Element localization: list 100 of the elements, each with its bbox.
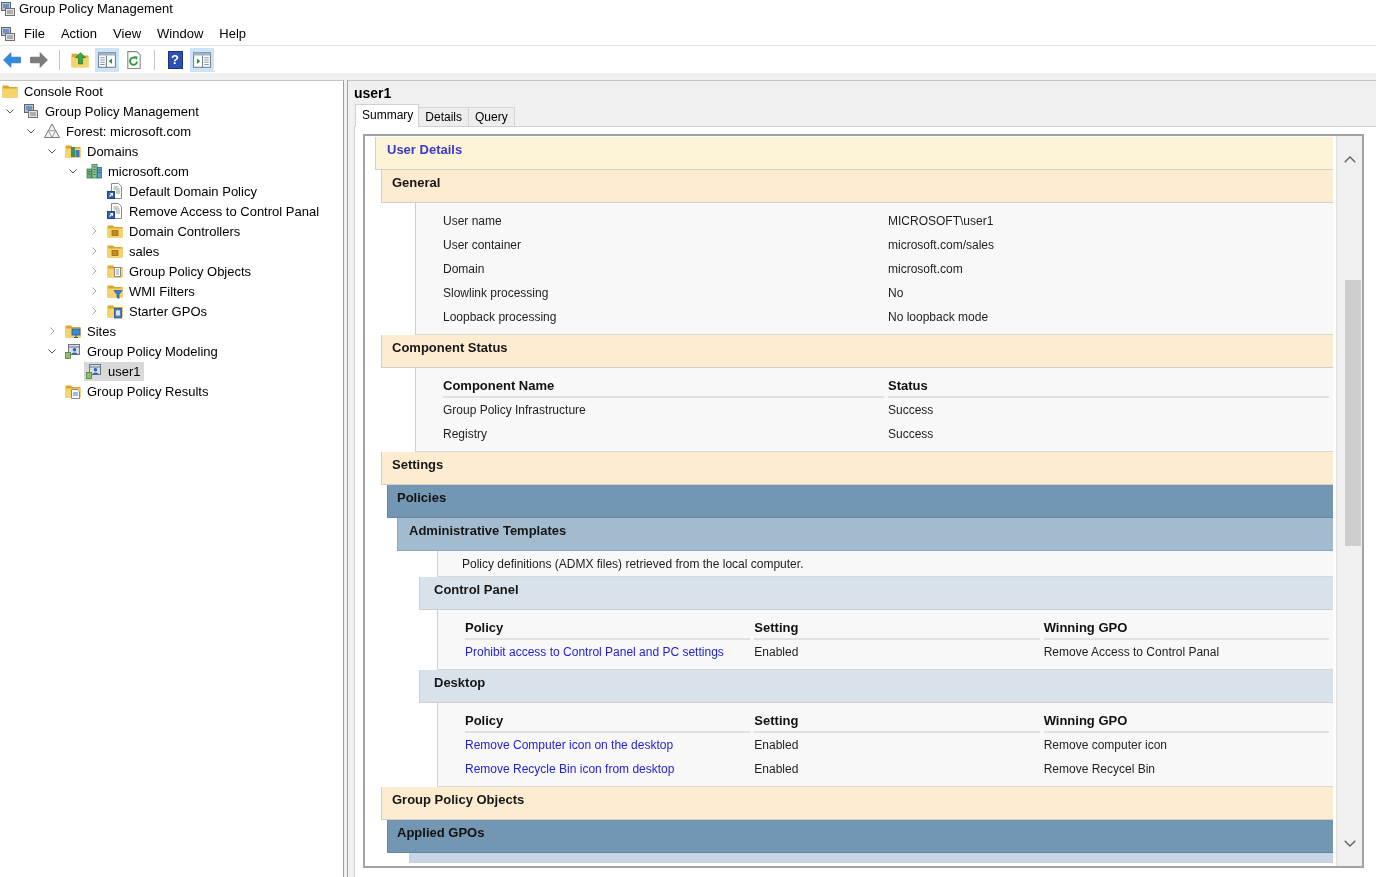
tree-item[interactable]: Remove Access to Control Panal <box>107 201 323 221</box>
tree-item[interactable]: Sites <box>65 321 119 341</box>
table-cell-text: Group Policy Infrastructure <box>443 402 587 419</box>
tree-item[interactable]: Group Policy Management <box>23 101 202 121</box>
tree-item[interactable]: Console Root <box>2 81 106 101</box>
folder-buildings-icon <box>65 143 81 159</box>
column-header: Policy <box>465 709 751 733</box>
field-value: microsoft.com <box>888 261 964 278</box>
tab[interactable]: Summary <box>355 104 420 127</box>
tree-item[interactable]: sales <box>107 241 163 261</box>
tree-item[interactable]: Default Domain Policy <box>107 181 260 201</box>
field-value: No loopback mode <box>888 309 990 326</box>
section-header: General <box>381 170 1333 203</box>
buildings-icon <box>86 163 102 179</box>
field-value: No <box>888 285 905 302</box>
table-cell-text: Remove Recycel Bin <box>1043 761 1157 778</box>
table-cell-text: Registry <box>443 426 488 443</box>
section-header: Control Panel <box>419 577 1333 610</box>
user-window-icon <box>86 363 102 379</box>
tree-item[interactable]: Group Policy Objects <box>107 261 255 281</box>
policy-link[interactable]: Prohibit access to Control Panel and PC settings <box>465 645 724 659</box>
tree-item[interactable]: user1 <box>84 361 144 381</box>
table-cell-text: Enabled <box>754 761 800 778</box>
field-value: microsoft.com/sales <box>888 237 996 254</box>
column-header: Policy <box>465 616 751 640</box>
table-cell-text: Remove Access to Control Panal <box>1043 644 1221 661</box>
vertical-scrollbar[interactable] <box>1336 136 1362 866</box>
section-header: Applied GPOs <box>387 820 1333 853</box>
section-header: Settings <box>381 452 1333 485</box>
folder-report-icon <box>65 383 81 399</box>
field-value: MICROSOFT\user1 <box>888 213 995 230</box>
column-header: Winning GPO <box>1043 709 1329 733</box>
chevron-right-icon[interactable] <box>92 267 97 275</box>
chevron-right-icon[interactable] <box>92 227 97 235</box>
menu-item[interactable]: Action <box>52 23 106 44</box>
chevron-down-icon[interactable] <box>48 148 56 154</box>
screens-icon <box>23 103 39 119</box>
table-cell-text: Success <box>888 402 935 419</box>
section-header: Desktop <box>419 670 1333 703</box>
user-window-icon <box>65 343 81 359</box>
menu-item[interactable]: Help <box>211 23 255 44</box>
chevron-down-icon[interactable] <box>69 168 77 174</box>
document-shortcut-icon <box>107 183 123 199</box>
tree-item[interactable]: WMI Filters <box>107 281 198 301</box>
menu-item[interactable]: File <box>16 23 53 44</box>
field-label: User container <box>443 237 523 254</box>
screens-icon[interactable] <box>0 25 16 42</box>
show-hide-tree-button[interactable] <box>95 47 119 72</box>
tree-item[interactable]: Starter GPOs <box>107 301 211 321</box>
menu-item[interactable]: View <box>105 23 150 44</box>
chevron-up-icon <box>1343 155 1356 163</box>
chevron-right-icon[interactable] <box>50 327 55 335</box>
chevron-down-icon[interactable] <box>48 348 56 354</box>
section-header: User Details <box>375 137 1333 170</box>
folder-funnel-icon <box>107 283 123 299</box>
table-cell-text: Remove computer icon <box>1043 737 1169 754</box>
field-label: Domain <box>443 261 486 278</box>
section-header: Policies <box>387 485 1333 518</box>
panel-right-icon <box>193 50 211 69</box>
tab[interactable]: Query <box>469 107 515 126</box>
folder-arrow-icon <box>71 50 89 69</box>
table-cell-text: Enabled <box>754 644 800 661</box>
tree-item[interactable]: Group Policy Results <box>65 381 212 401</box>
field-label: Loopback processing <box>443 309 558 326</box>
column-header: Setting <box>754 709 1040 733</box>
tree-item[interactable]: Forest: microsoft.com <box>44 121 194 141</box>
tree-item[interactable]: microsoft.com <box>86 161 192 181</box>
table-cell-text: Success <box>888 426 935 443</box>
tab[interactable]: Details <box>419 107 470 126</box>
chevron-right-icon[interactable] <box>92 307 97 315</box>
folder-computer-icon <box>65 323 81 339</box>
column-header: Status <box>888 374 1329 398</box>
pane-title: user1 <box>353 84 393 103</box>
tree-item[interactable]: Domains <box>65 141 142 161</box>
folder-document-icon <box>107 263 123 279</box>
scrollbar-thumb[interactable] <box>1345 280 1361 546</box>
chevron-right-icon[interactable] <box>92 287 97 295</box>
section-header: Component Status <box>381 335 1333 368</box>
arrow-left-icon <box>3 50 21 69</box>
chevron-down-icon <box>1343 839 1356 847</box>
chevron-down-icon[interactable] <box>6 108 14 114</box>
policy-link[interactable]: Remove Computer icon on the desktop <box>465 738 674 752</box>
folder-icon <box>107 223 123 239</box>
chevron-down-icon[interactable] <box>27 128 35 134</box>
tree-item[interactable]: Domain Controllers <box>107 221 244 241</box>
chevron-right-icon[interactable] <box>92 247 97 255</box>
tree-item[interactable]: Group Policy Modeling <box>65 341 221 361</box>
section-header: Group Policy Objects <box>381 787 1333 820</box>
column-header: Setting <box>754 616 1040 640</box>
folder-icon <box>107 243 123 259</box>
note-text: Policy definitions (ADMX files) retrieved from the local computer. <box>462 557 804 571</box>
panel-left-icon <box>98 50 116 69</box>
folder-page-icon <box>107 303 123 319</box>
table-cell-text: Enabled <box>754 737 800 754</box>
arrow-right-icon <box>30 50 48 69</box>
policy-link[interactable]: Remove Recycle Bin icon from desktop <box>465 762 675 776</box>
screens-icon <box>0 1 16 17</box>
show-hide-action-pane-button[interactable] <box>190 47 214 72</box>
field-label: Slowlink processing <box>443 285 550 302</box>
menu-item[interactable]: Window <box>149 23 212 44</box>
